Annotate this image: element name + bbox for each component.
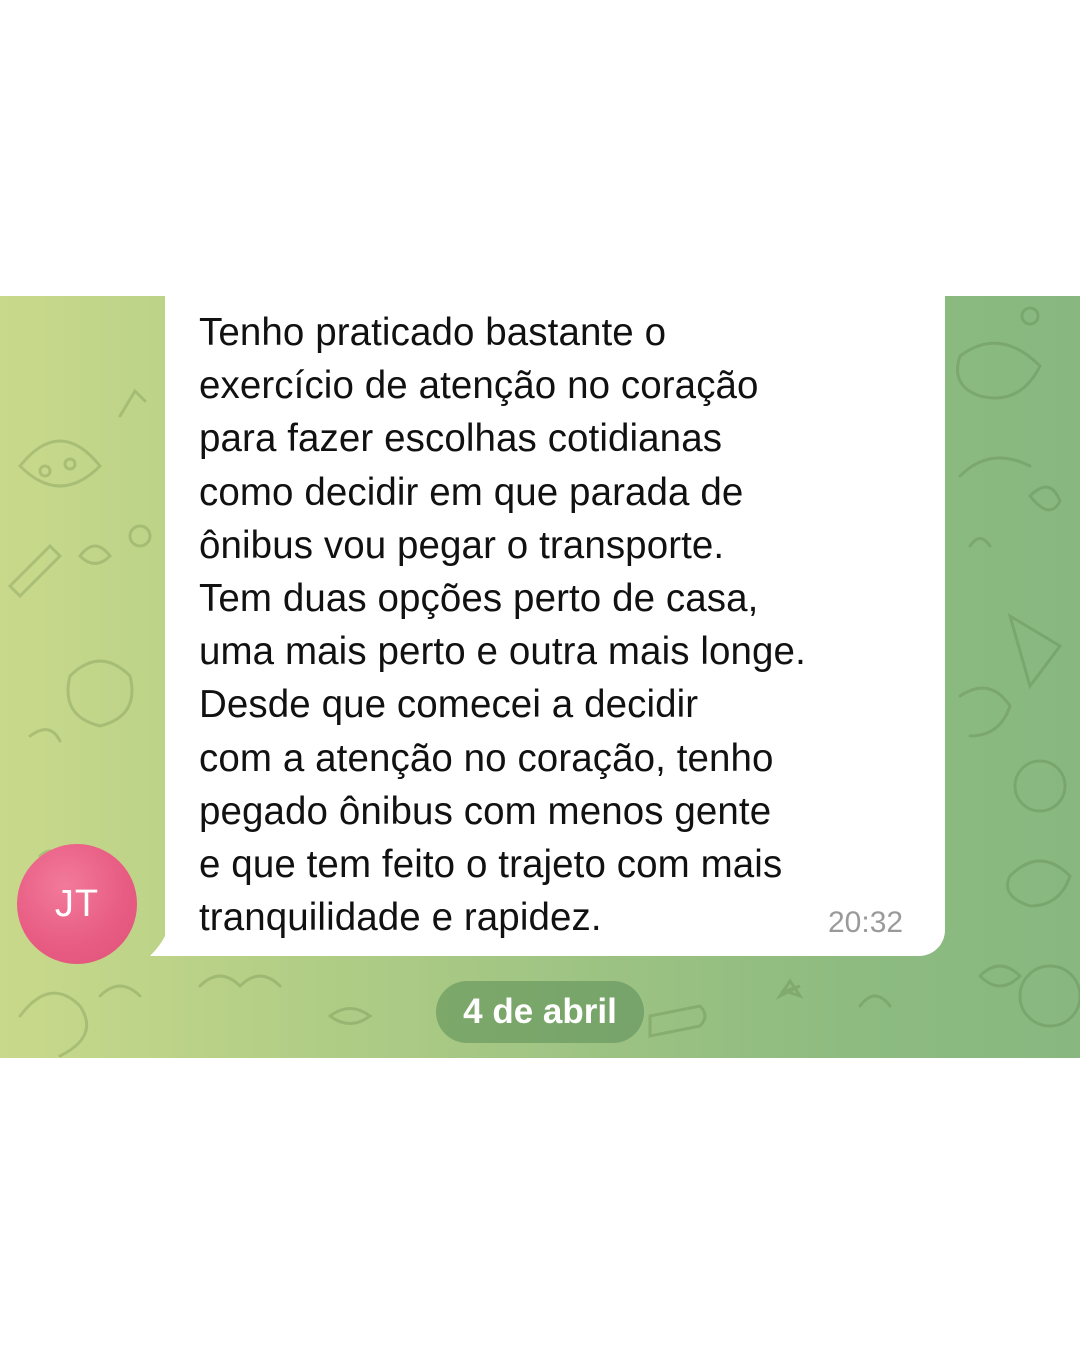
message-timestamp: 20:32 <box>828 906 904 939</box>
date-separator: 4 de abril <box>436 981 644 1043</box>
sender-avatar[interactable]: JT <box>17 844 137 964</box>
screenshot-page: Tenho praticado bastante o exercício de … <box>0 0 1080 1350</box>
chat-wallpaper[interactable]: Tenho praticado bastante o exercício de … <box>0 296 1080 1058</box>
date-separator-label: 4 de abril <box>463 992 617 1031</box>
message-text: Tenho praticado bastante o exercício de … <box>199 311 806 940</box>
bubble-tail <box>150 936 190 956</box>
avatar-initials: JT <box>54 882 100 925</box>
